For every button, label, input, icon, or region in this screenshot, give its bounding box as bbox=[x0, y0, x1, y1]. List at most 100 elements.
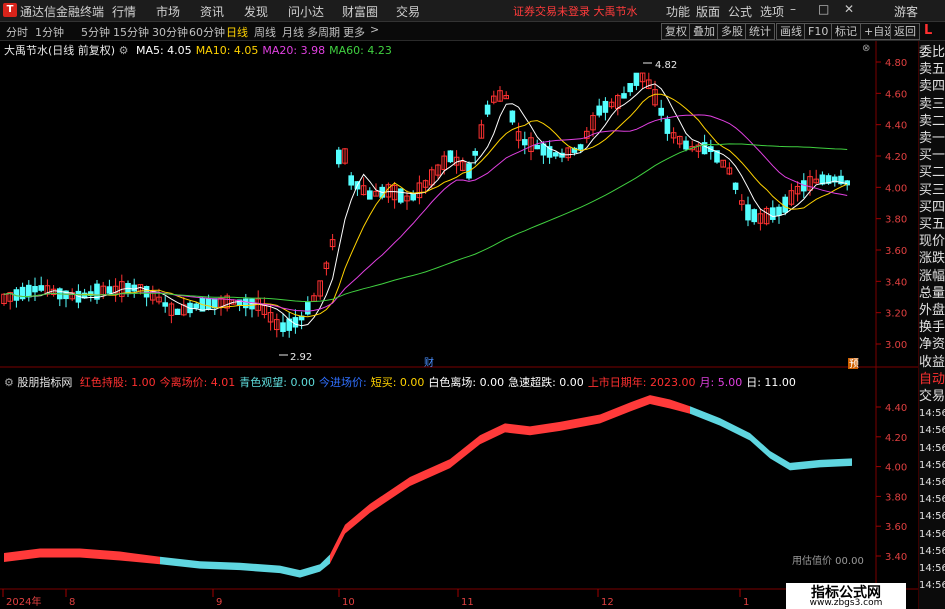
period-weekly[interactable]: 周线 bbox=[254, 24, 276, 40]
sidebar-item-3[interactable]: 卖三 bbox=[919, 97, 945, 113]
sidebar-item-26[interactable]: 14:56 bbox=[919, 492, 945, 508]
candle-body bbox=[577, 144, 584, 150]
finance-event-marker: 财 bbox=[424, 356, 434, 369]
period-daily[interactable]: 日线 bbox=[226, 24, 248, 40]
sidebar-item-2[interactable]: 卖四 bbox=[919, 79, 945, 95]
indicator-legend-7: 上市日期年: 2023.00 bbox=[587, 376, 696, 389]
menu-item-discover[interactable]: 发现 bbox=[244, 3, 268, 20]
sidebar-item-14[interactable]: 总量 bbox=[919, 286, 945, 302]
sidebar-item-18[interactable]: 收益 bbox=[919, 355, 945, 371]
sidebar-item-23[interactable]: 14:56 bbox=[919, 441, 945, 457]
multi-stock-button[interactable]: 多股 bbox=[717, 23, 747, 40]
period-5min[interactable]: 5分钟 bbox=[81, 24, 110, 40]
sidebar-item-17[interactable]: 净资 bbox=[919, 337, 945, 353]
sub-settings-gear-icon[interactable]: ⚙ bbox=[4, 376, 14, 389]
period-15min[interactable]: 15分钟 bbox=[113, 24, 149, 40]
sidebar-item-19[interactable]: 自动 bbox=[919, 372, 945, 388]
chart-close-icon[interactable]: ⊗ bbox=[862, 43, 870, 54]
period-more[interactable]: 更多 bbox=[343, 24, 365, 40]
menu-item-formula[interactable]: 公式 bbox=[728, 3, 752, 20]
period-monthly[interactable]: 月线 bbox=[282, 24, 304, 40]
sidebar-item-10[interactable]: 买五 bbox=[919, 217, 945, 233]
maximize-icon[interactable]: □ bbox=[818, 2, 829, 16]
main-y-tick-label: 3.20 bbox=[885, 309, 907, 320]
ma-legend-0: MA5: 4.05 bbox=[135, 44, 192, 57]
candle-body bbox=[633, 72, 640, 86]
main-chart-legend: 大禹节水(日线 前复权) ⚙ MA5: 4.05 MA10: 4.05 MA20: … bbox=[4, 42, 392, 58]
draw-line-button[interactable]: 画线 bbox=[776, 23, 806, 40]
sidebar-item-21[interactable]: 14:56 bbox=[919, 406, 945, 422]
restore-rights-button[interactable]: 复权 bbox=[661, 23, 691, 40]
high-price-label: 4.82 bbox=[655, 60, 677, 71]
watermark-url: www.zbgs3.com bbox=[809, 598, 883, 608]
candle-body bbox=[751, 209, 758, 223]
main-y-tick-label: 3.80 bbox=[885, 215, 907, 226]
minimize-icon[interactable]: – bbox=[790, 2, 796, 16]
stats-button[interactable]: 统计 bbox=[745, 23, 775, 40]
sidebar-item-15[interactable]: 外盘 bbox=[919, 303, 945, 319]
login-notice[interactable]: 证券交易未登录 大禹节水 bbox=[513, 3, 638, 19]
sidebar-item-25[interactable]: 14:56 bbox=[919, 475, 945, 491]
sidebar-item-16[interactable]: 换手 bbox=[919, 320, 945, 336]
menu-item-quotes[interactable]: 行情 bbox=[112, 3, 136, 20]
sidebar-item-29[interactable]: 14:56 bbox=[919, 544, 945, 560]
candle-body bbox=[596, 105, 603, 116]
f10-button[interactable]: F10 bbox=[804, 23, 833, 40]
sidebar-item-11[interactable]: 现价 bbox=[919, 234, 945, 250]
indicator-title[interactable]: 股朋指标网 bbox=[17, 376, 72, 389]
sidebar-item-6[interactable]: 买一 bbox=[919, 148, 945, 164]
guest-label[interactable]: 游客 bbox=[894, 3, 918, 20]
overlay-button[interactable]: 叠加 bbox=[689, 23, 719, 40]
hold-band-segment bbox=[650, 395, 670, 409]
candle-body bbox=[193, 303, 199, 309]
sidebar-item-27[interactable]: 14:56 bbox=[919, 509, 945, 525]
sidebar-item-30[interactable]: 14:56 bbox=[919, 561, 945, 577]
menu-item-options[interactable]: 选项 bbox=[760, 3, 784, 20]
candle-body bbox=[782, 196, 789, 213]
settings-gear-icon[interactable]: ⚙ bbox=[119, 44, 129, 57]
candle-body bbox=[292, 317, 299, 328]
close-icon[interactable]: ✕ bbox=[844, 2, 854, 16]
sidebar-item-1[interactable]: 卖五 bbox=[919, 62, 945, 78]
main-y-tick-label: 3.00 bbox=[885, 340, 907, 351]
period-60min[interactable]: 60分钟 bbox=[189, 24, 225, 40]
candle-body bbox=[174, 308, 181, 315]
sidebar-item-9[interactable]: 买四 bbox=[919, 200, 945, 216]
menu-item-market[interactable]: 市场 bbox=[156, 3, 180, 20]
period-intraday[interactable]: 分时 bbox=[6, 24, 28, 40]
period-toolbar: 分时 1分钟 5分钟 15分钟 30分钟 60分钟 日线 周线 月线 多周期 更… bbox=[0, 22, 945, 41]
mark-button[interactable]: 标记 bbox=[831, 23, 861, 40]
menu-item-function[interactable]: 功能 bbox=[666, 3, 690, 20]
sidebar-item-31[interactable]: 14:56 bbox=[919, 578, 945, 594]
period-30min[interactable]: 30分钟 bbox=[152, 24, 188, 40]
sidebar-item-0[interactable]: 委比 bbox=[919, 45, 945, 61]
sidebar-item-13[interactable]: 涨幅 bbox=[919, 269, 945, 285]
watermark: 指标公式网 www.zbgs3.com bbox=[786, 583, 906, 609]
sidebar-item-20[interactable]: 交易 bbox=[919, 389, 945, 405]
sidebar-item-5[interactable]: 卖一 bbox=[919, 131, 945, 147]
sidebar-item-24[interactable]: 14:56 bbox=[919, 458, 945, 474]
sub-y-tick-label: 3.40 bbox=[885, 552, 907, 563]
chart-canvas[interactable]: 4.80 4.60 4.40 4.20 4.00 3.80 3.60 3.40 3.20 3.00… bbox=[0, 41, 918, 609]
menu-item-news[interactable]: 资讯 bbox=[200, 3, 224, 20]
ma-legend-1: MA10: 4.05 bbox=[195, 44, 259, 57]
hold-band-segment bbox=[4, 548, 40, 562]
stock-title[interactable]: 大禹节水(日线 前复权) bbox=[4, 44, 115, 57]
sidebar-item-12[interactable]: 涨跌 bbox=[919, 251, 945, 267]
menu-item-ask[interactable]: 问小达 bbox=[288, 3, 324, 20]
menu-item-wealth[interactable]: 财富圈 bbox=[342, 3, 378, 20]
candle-body bbox=[205, 297, 212, 310]
sidebar-item-4[interactable]: 卖二 bbox=[919, 114, 945, 130]
menu-item-trade[interactable]: 交易 bbox=[396, 3, 420, 20]
sidebar-item-7[interactable]: 买二 bbox=[919, 165, 945, 181]
menu-bar: T 通达信金融终端 行情 市场 资讯 发现 问小达 财富圈 交易 证券交易未登录… bbox=[0, 0, 945, 22]
back-button[interactable]: 返回 bbox=[890, 23, 920, 40]
sidebar-item-8[interactable]: 买三 bbox=[919, 183, 945, 199]
period-1min[interactable]: 1分钟 bbox=[35, 24, 64, 40]
candle-body bbox=[131, 284, 137, 292]
sidebar-item-22[interactable]: 14:56 bbox=[919, 423, 945, 439]
chevron-right-icon[interactable]: > bbox=[370, 23, 379, 36]
sidebar-item-28[interactable]: 14:56 bbox=[919, 527, 945, 543]
menu-item-layout[interactable]: 版面 bbox=[696, 3, 720, 20]
period-multi[interactable]: 多周期 bbox=[307, 24, 340, 40]
